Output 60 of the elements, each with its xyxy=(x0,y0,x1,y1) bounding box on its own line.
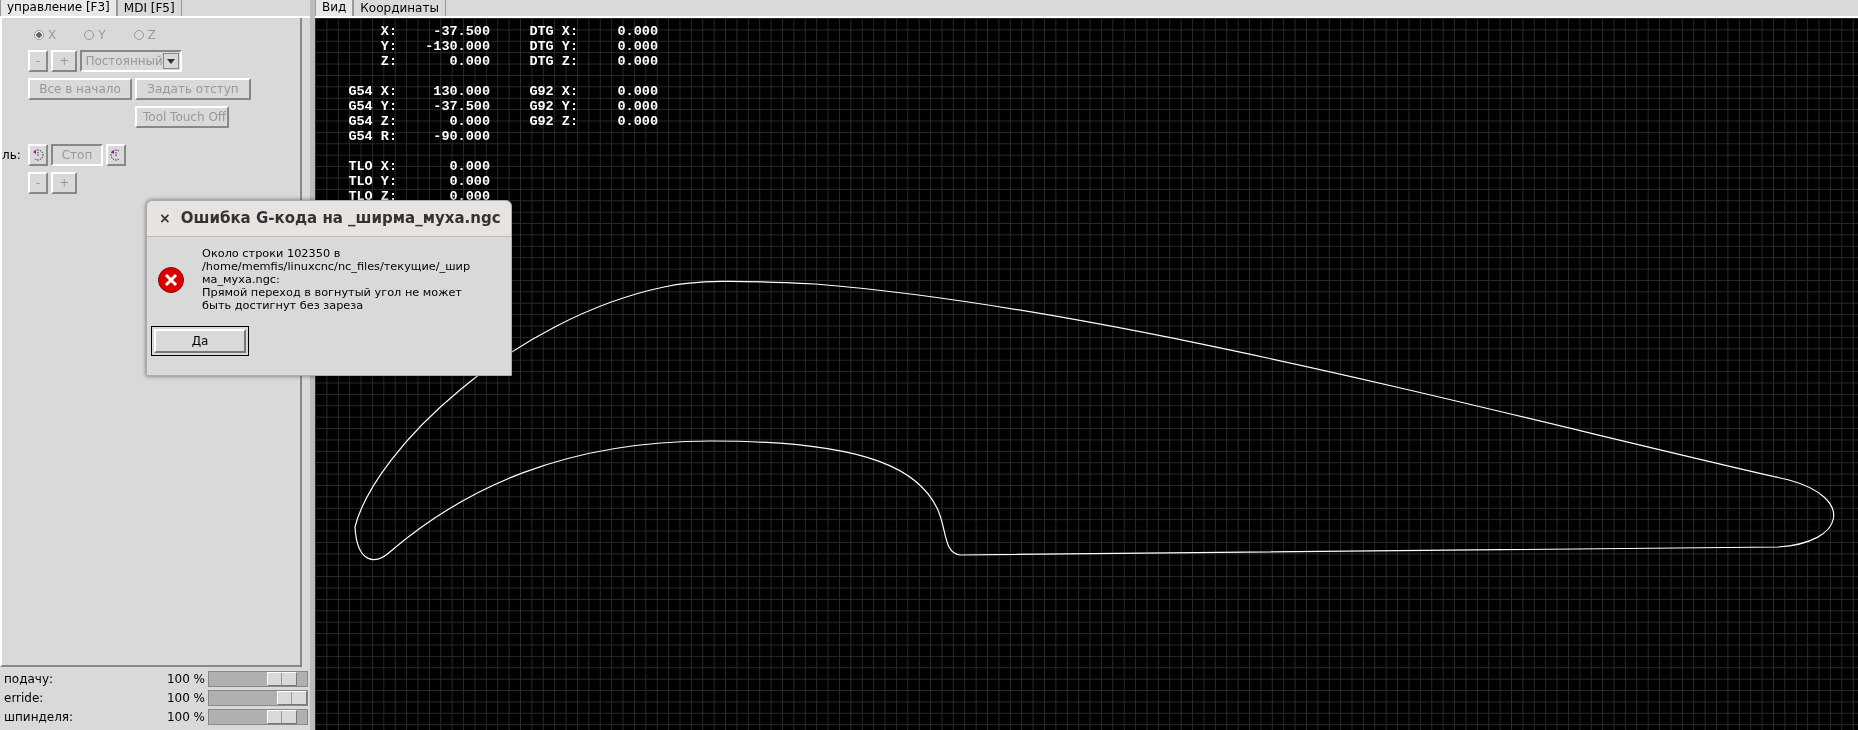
slider-thumb[interactable] xyxy=(267,672,298,686)
override-value: 100 % xyxy=(166,690,206,707)
slider-thumb[interactable] xyxy=(267,710,298,724)
dro-value: -37.500 xyxy=(432,24,490,39)
dro-label: TLO Z: xyxy=(347,189,397,204)
tab[interactable]: управление [F3] xyxy=(0,0,117,16)
dro-label: DTG Y: xyxy=(528,39,578,54)
dro-label: G92 X: xyxy=(528,84,578,99)
dro-value: 0.000 xyxy=(616,84,658,99)
dro-label: G92 Z: xyxy=(528,114,578,129)
error-icon xyxy=(157,265,185,294)
dro-label: Y: xyxy=(379,39,397,54)
slider-track[interactable] xyxy=(208,690,308,706)
dro-label: Z: xyxy=(379,54,397,69)
dro-label: X: xyxy=(379,24,397,39)
dro-value: 0.000 xyxy=(616,54,658,69)
error-message: Около строки 102350 в /home/memfis/linuxcnc/nc_files/текущие/_шир ма_муха.ngc: Прямой переход в вогнутый угол не может быть достигнут без зареза xyxy=(202,247,471,312)
dro-value: 0.000 xyxy=(616,24,658,39)
radio-label: X xyxy=(48,27,57,44)
close-button[interactable]: × xyxy=(159,208,171,229)
tab[interactable]: Вид xyxy=(315,0,354,16)
override-label: шпинделя: xyxy=(4,709,75,726)
caret-icon xyxy=(167,58,176,64)
dro-label: DTG Z: xyxy=(528,54,578,69)
dro-value: 0.000 xyxy=(616,39,658,54)
spindle-reverse-icon[interactable] xyxy=(28,144,48,166)
slider-thumb[interactable] xyxy=(277,691,307,705)
dro-value: 0.000 xyxy=(448,114,490,129)
override-label: подачу: xyxy=(4,671,55,688)
dro-label: TLO Y: xyxy=(347,174,397,189)
dro-value: -37.500 xyxy=(432,99,490,114)
override-value: 100 % xyxy=(166,709,206,726)
dro-value: 0.000 xyxy=(448,54,490,69)
tab[interactable]: MDI [F5] xyxy=(116,0,182,16)
dro-value: -90.000 xyxy=(432,129,490,144)
dro-value: 0.000 xyxy=(448,189,490,204)
dialog-title: Ошибка G-кода на _ширма_муха.ngc xyxy=(180,208,501,230)
dro-label: G54 Y: xyxy=(347,99,397,114)
radio-label: Y xyxy=(98,27,106,44)
dro-value: 0.000 xyxy=(448,159,490,174)
override-value: 100 % xyxy=(166,671,206,688)
tab[interactable]: Координаты xyxy=(353,0,446,16)
dro-value: 0.000 xyxy=(616,114,658,129)
dro-value: 130.000 xyxy=(432,84,490,99)
dro-value: 0.000 xyxy=(448,174,490,189)
override-label: erride: xyxy=(4,690,45,707)
dro-value: -130.000 xyxy=(424,39,490,54)
dro-label: TLO X: xyxy=(347,159,397,174)
dro-label: G54 R: xyxy=(347,129,397,144)
dro-label: DTG X: xyxy=(528,24,578,39)
dro-label: G92 Y: xyxy=(528,99,578,114)
slider-track[interactable] xyxy=(208,671,308,687)
dro-label: G54 Z: xyxy=(347,114,397,129)
radio-label: Z xyxy=(147,27,156,44)
spindle-label: ль: xyxy=(2,147,21,164)
ok-button[interactable]: Да xyxy=(151,326,249,356)
dro-value: 0.000 xyxy=(616,99,658,114)
slider-track[interactable] xyxy=(208,709,308,725)
spindle-forward-icon[interactable] xyxy=(106,144,126,166)
dro-label: G54 X: xyxy=(347,84,397,99)
